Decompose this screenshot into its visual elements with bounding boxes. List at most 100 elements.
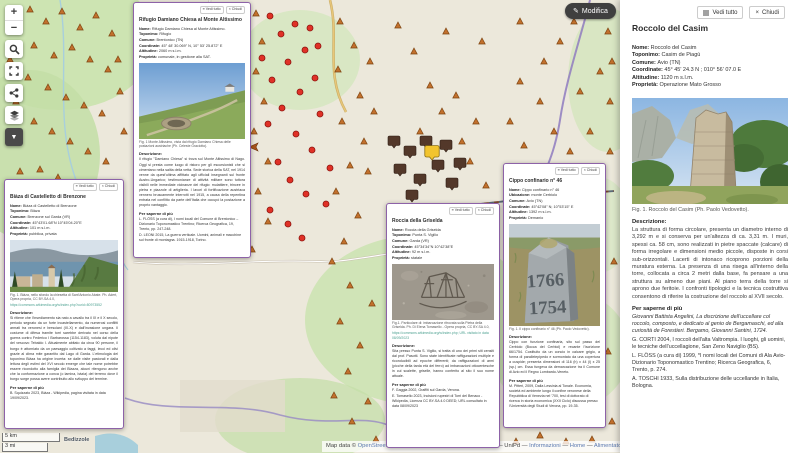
chiudi-button[interactable]: ×Chiudi bbox=[226, 6, 245, 14]
references: F. Gaggia 2002, Graffiti sul Garda, Vero… bbox=[392, 388, 494, 409]
attribution-text: Map data © bbox=[326, 443, 358, 449]
close-icon: × bbox=[584, 169, 586, 173]
vedi-tutto-button[interactable]: ≡Vedi tutto bbox=[73, 183, 97, 191]
site-marker-red-dot[interactable] bbox=[323, 201, 329, 207]
layers-button[interactable] bbox=[5, 106, 23, 124]
popup-fields: Nome: Biàza di Castelletto di BrenzoneTo… bbox=[10, 204, 118, 238]
more-heading: Per saperne di più bbox=[392, 382, 494, 387]
info-field: Coordinate: 45° 45' 24.3 N ; 010° 56' 07… bbox=[632, 67, 788, 74]
more-heading: Per saperne di più bbox=[139, 211, 245, 216]
popup-title: Cippo confinario n° 46 bbox=[509, 178, 600, 184]
description-heading: Descrizione: bbox=[10, 310, 118, 315]
site-marker-red-dot[interactable] bbox=[275, 159, 281, 165]
site-marker-red-dot[interactable] bbox=[317, 111, 323, 117]
reference-item: A. TOSCHI 1933, Sulla distribuzione dell… bbox=[632, 376, 788, 390]
site-marker-red-dot[interactable] bbox=[302, 47, 308, 53]
scale-mi: 3 mi bbox=[2, 443, 48, 452]
close-icon: × bbox=[229, 8, 231, 12]
more-heading: Per saperne di più bbox=[632, 306, 788, 312]
attribution-link[interactable]: Home bbox=[570, 443, 585, 449]
popup-rifugio-damiano-chiesa: ≡Vedi tutto ×Chiudi Rifugio Damiano Chie… bbox=[133, 2, 251, 258]
popup-actions: ≡Vedi tutto ×Chiudi bbox=[392, 207, 494, 215]
site-marker-red-dot[interactable] bbox=[269, 77, 275, 83]
popup-title: Biàza di Castelletto di Brenzone bbox=[10, 194, 118, 200]
site-marker-red-dot[interactable] bbox=[293, 131, 299, 137]
chiudi-button[interactable]: ×Chiudi bbox=[581, 167, 600, 175]
reference-item[interactable]: E. Tomasello 2023, Incisioni rupestri di… bbox=[392, 394, 494, 409]
info-field: Proprietà: comunale, in gestione alla SA… bbox=[139, 55, 245, 61]
site-marker-red-dot[interactable] bbox=[292, 21, 298, 27]
photo-caption: Fig.1. Particolare di: imbarcazione ritr… bbox=[392, 321, 494, 330]
description-heading: Descrizione: bbox=[139, 151, 245, 156]
site-marker-red-dot[interactable] bbox=[265, 121, 271, 127]
site-marker-red-dot[interactable] bbox=[285, 221, 291, 227]
reference-item[interactable]: B. Squizzato 2023, Biàza - Wikipedia, pa… bbox=[10, 391, 118, 401]
zoom-in-button[interactable]: + bbox=[5, 5, 23, 20]
reference-item: L. FLÖSS (a cura di) 1999, *I nomi local… bbox=[632, 353, 788, 374]
info-field: Proprietà: Operazione Mato Grosso bbox=[632, 82, 788, 89]
edit-button[interactable]: ✎ Modifica bbox=[565, 3, 616, 19]
fullscreen-button[interactable] bbox=[5, 62, 23, 80]
photo-caption: Fig. 1. Il cippo confinario n° 46 (Ph. P… bbox=[509, 327, 600, 332]
site-marker-red-dot[interactable] bbox=[287, 177, 293, 183]
scale-km: 5 km bbox=[2, 433, 60, 442]
site-marker-red-dot[interactable] bbox=[303, 191, 309, 197]
reference-item: G. CORTI 2004, I roccoli dell'alta Valtr… bbox=[632, 337, 788, 351]
site-marker-red-dot[interactable] bbox=[267, 207, 273, 213]
layers-icon bbox=[9, 110, 20, 121]
description-heading: Descrizione: bbox=[509, 334, 600, 339]
panel-title: Roccolo del Casim bbox=[632, 23, 788, 33]
references: B. Squizzato 2023, Biàza - Wikipedia, pa… bbox=[10, 391, 118, 401]
site-marker-red-dot[interactable] bbox=[307, 25, 313, 31]
site-marker-red-dot[interactable] bbox=[299, 235, 305, 241]
chiudi-button[interactable]: × Chiudi bbox=[749, 6, 785, 19]
site-marker-red-dot[interactable] bbox=[259, 55, 265, 61]
site-marker-red-dot[interactable] bbox=[278, 31, 284, 37]
share-icon bbox=[9, 88, 19, 98]
vedi-tutto-button[interactable]: ≡Vedi tutto bbox=[200, 6, 224, 14]
info-field: Proprietà: statale bbox=[392, 256, 494, 262]
attribution-link[interactable]: Informazioni bbox=[529, 443, 561, 449]
popup-roccia-griselda: ≡Vedi tutto ×Chiudi Roccia della Griseld… bbox=[386, 203, 500, 448]
description-text: Si ritiene che l'insediamento sia nato a… bbox=[10, 316, 118, 382]
photo-caption-link[interactable]: https://commons.wikimedia.org/w/index.ph… bbox=[10, 303, 118, 308]
zoom-out-button[interactable]: − bbox=[5, 21, 23, 36]
list-icon: ≡ bbox=[558, 169, 560, 173]
attribution-text: — bbox=[561, 443, 570, 449]
more-tools-button[interactable]: ▼ bbox=[5, 128, 23, 146]
site-marker-red-dot[interactable] bbox=[297, 89, 303, 95]
share-button[interactable] bbox=[5, 84, 23, 102]
reference-item[interactable]: Giovanni Battista Angelini, La discrizio… bbox=[632, 314, 788, 335]
site-marker-red-dot[interactable] bbox=[279, 105, 285, 111]
info-field: Proprietà: Demanio bbox=[509, 216, 600, 222]
vedi-tutto-button[interactable]: ≡Vedi tutto bbox=[449, 207, 473, 215]
site-marker-red-dot[interactable] bbox=[315, 43, 321, 49]
search-button[interactable] bbox=[5, 40, 23, 58]
site-marker-red-dot[interactable] bbox=[327, 165, 333, 171]
photo-caption: Fig. 1 Monte Altissimo, vista dal rifugi… bbox=[139, 140, 245, 149]
carved-year-bottom: 1754 bbox=[528, 296, 567, 319]
site-marker-red-dot[interactable] bbox=[267, 13, 273, 19]
popup-title: Rifugio Damiano Chiesa al Monte Altissim… bbox=[139, 17, 245, 23]
zoom-control: + − bbox=[5, 5, 23, 35]
carved-year-top: 1766 bbox=[526, 269, 565, 292]
map-town-label: Bedizzole bbox=[64, 437, 89, 443]
popup-fields: Nome: Roccia della GriseldaToponimo: Pun… bbox=[392, 228, 494, 262]
more-heading: Per saperne di più bbox=[10, 385, 118, 390]
site-marker-red-dot[interactable] bbox=[285, 59, 291, 65]
vedi-tutto-button[interactable]: ≡Vedi tutto bbox=[555, 167, 579, 175]
roccolo-photo bbox=[632, 98, 788, 204]
pencil-icon: ✎ bbox=[573, 7, 579, 15]
vedi-tutto-button[interactable]: Vedi tutto bbox=[697, 6, 743, 19]
site-marker-red-dot[interactable] bbox=[309, 147, 315, 153]
site-marker-red-dot[interactable] bbox=[312, 75, 318, 81]
chiudi-button[interactable]: ×Chiudi bbox=[475, 207, 494, 215]
description-heading: Descrizione: bbox=[392, 343, 494, 348]
close-icon: × bbox=[478, 209, 480, 213]
references: M. Pitteri, 2009, Dalla Lessinia al Tona… bbox=[509, 384, 600, 409]
chiudi-button[interactable]: ×Chiudi bbox=[99, 183, 118, 191]
photo-caption: Fig. 1. Roccolo del Casim (Ph. Paolo Ved… bbox=[632, 207, 788, 213]
description-text: Cippo con funzione confinaria, sito sul … bbox=[509, 340, 600, 376]
photo-caption-link[interactable]: https://commons.wikimedia.org/w/index.ph… bbox=[392, 331, 494, 340]
umap-application: Bedizzole + − ▼ bbox=[0, 0, 800, 453]
